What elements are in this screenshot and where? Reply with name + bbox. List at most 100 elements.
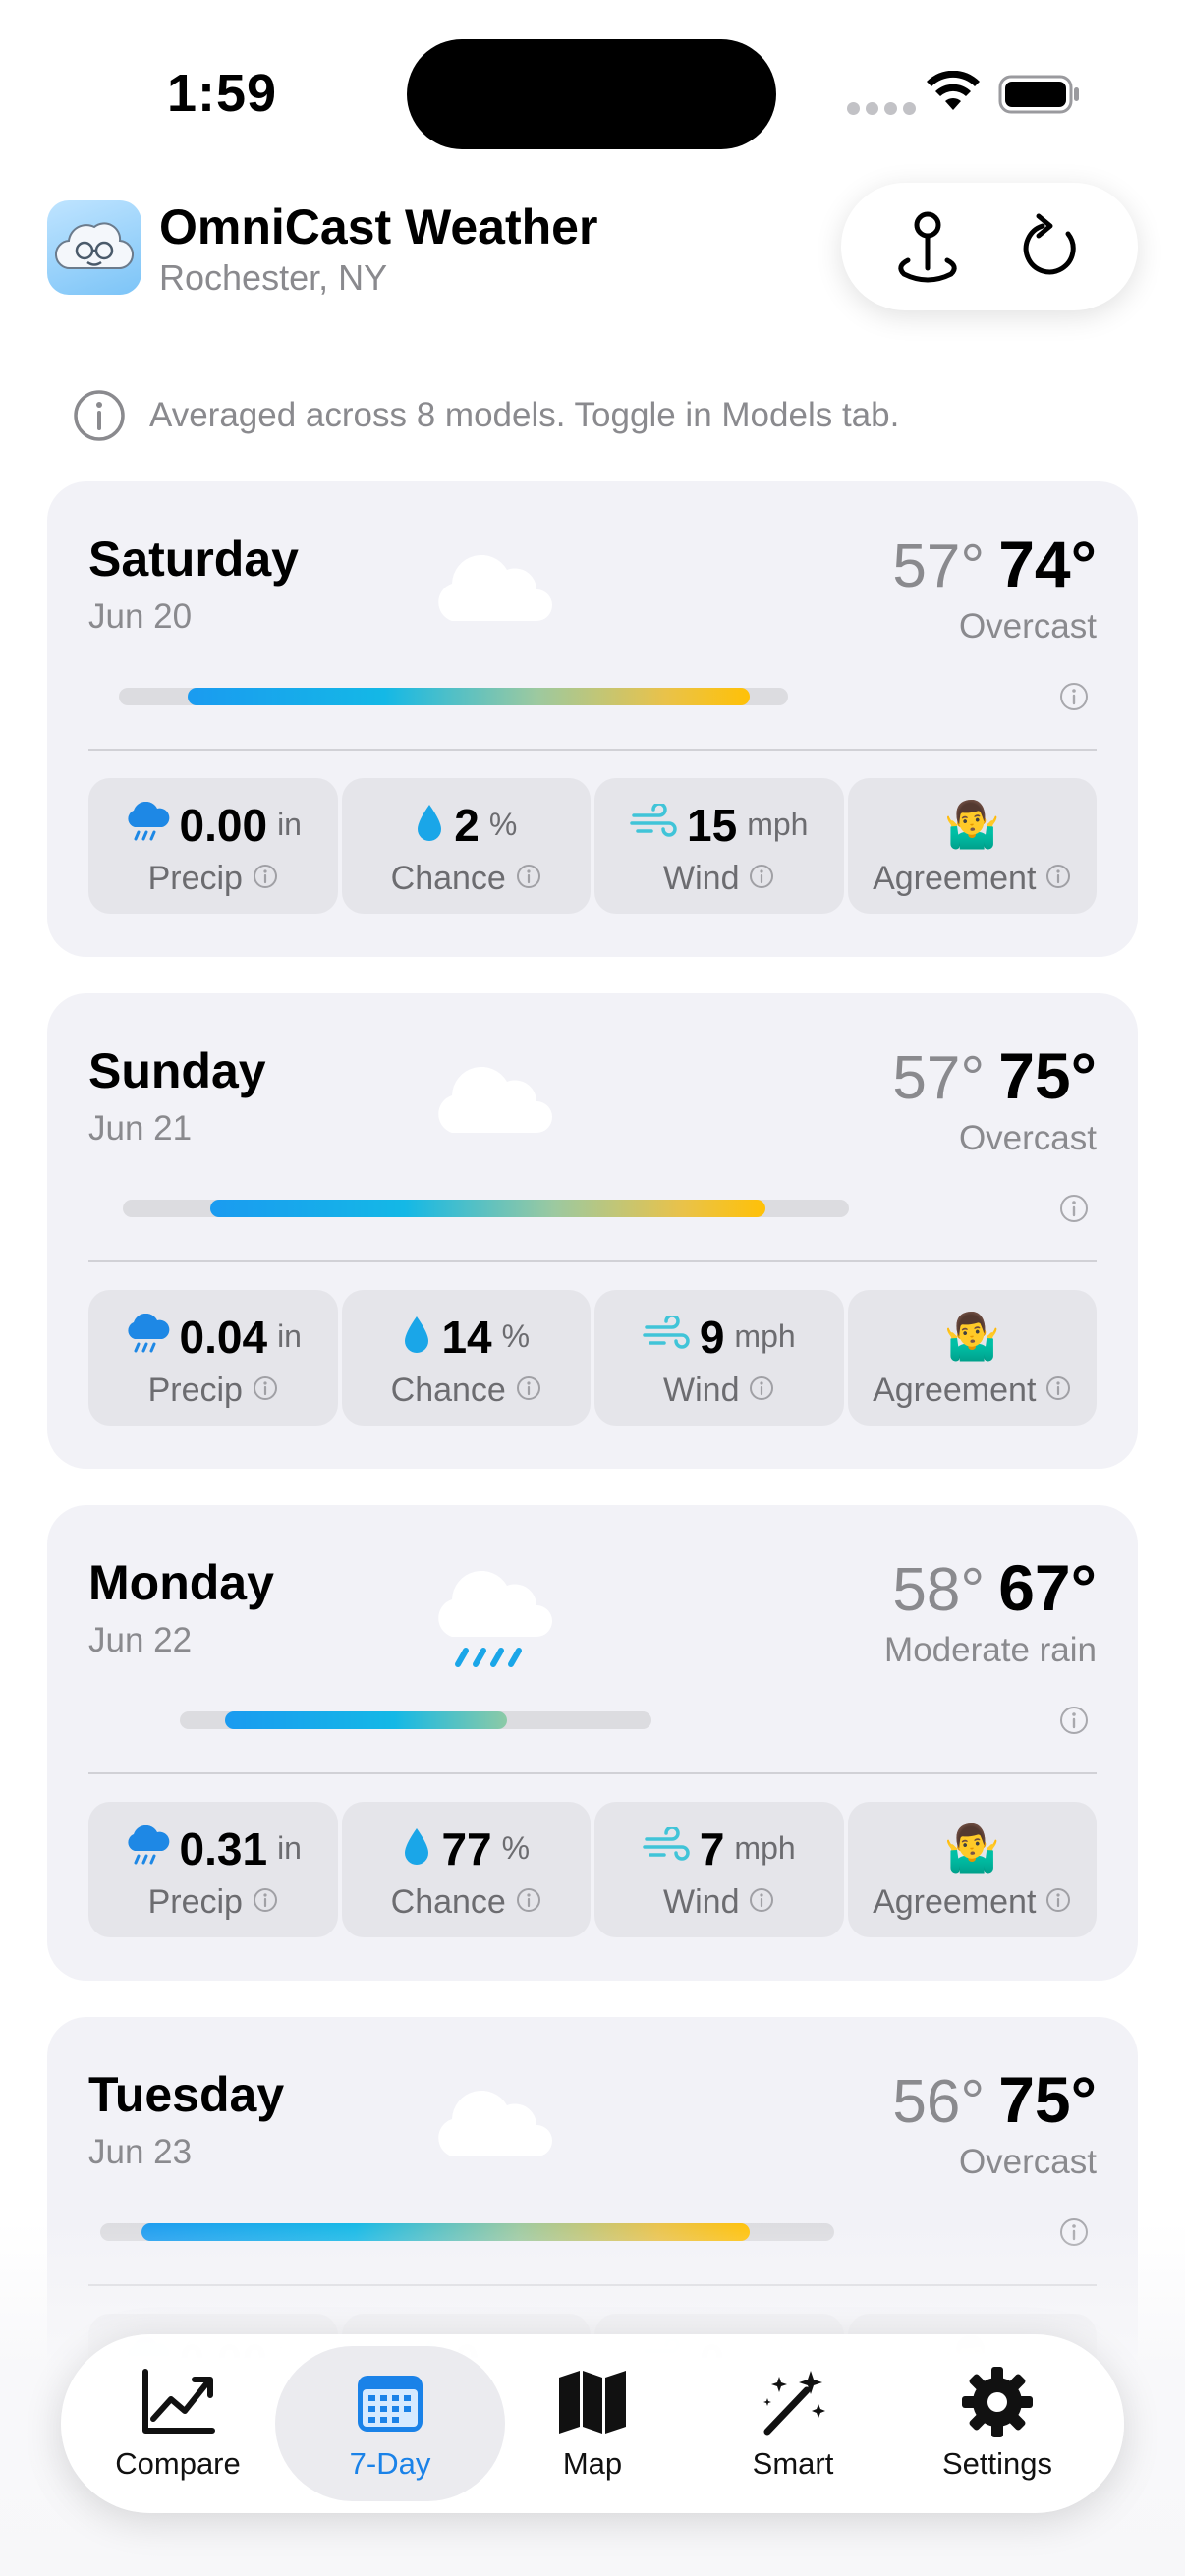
temp-low: 57°	[892, 532, 986, 600]
app-logo	[47, 200, 141, 295]
temp-high: 75°	[998, 2063, 1097, 2136]
tab-compare[interactable]: Compare	[75, 2346, 281, 2501]
tab-map[interactable]: Map	[489, 2346, 696, 2501]
tab-label: Smart	[752, 2446, 834, 2481]
agreement-stat[interactable]: 🤷‍♂️ Agreement	[847, 1802, 1097, 1937]
chance-stat[interactable]: 77 % Chance	[341, 1802, 591, 1937]
battery-icon	[998, 75, 1079, 114]
header-actions	[841, 183, 1138, 310]
chance-value: 14	[441, 1311, 492, 1363]
agreement-label: Agreement	[873, 1882, 1037, 1921]
day-date: Jun 21	[88, 1109, 193, 1148]
chance-label: Chance	[390, 859, 506, 897]
temperature-range: 57° 75°	[892, 1038, 1097, 1113]
wind-icon	[643, 1314, 690, 1358]
tab-settings[interactable]: Settings	[894, 2346, 1100, 2501]
day-card-monday[interactable]: Monday Jun 22 58° 67° Moderate rain 0.31…	[47, 1505, 1138, 1981]
chance-unit: %	[488, 807, 518, 842]
info-icon	[253, 1375, 278, 1406]
stats-row: 0.31 in Precip 77 % Chance	[88, 1802, 1097, 1937]
precip-value: 0.04	[179, 1311, 268, 1363]
precip-stat[interactable]: 0.00 in Precip	[88, 778, 338, 914]
wind-icon	[643, 1825, 690, 1870]
chance-label: Chance	[390, 1882, 506, 1921]
day-date: Jun 20	[88, 597, 193, 636]
droplet-icon	[415, 802, 444, 848]
wind-value: 9	[699, 1311, 725, 1363]
shrug-icon: 🤷‍♂️	[943, 1821, 1000, 1875]
info-icon	[1045, 1375, 1071, 1406]
wind-stat[interactable]: 7 mph Wind	[594, 1802, 844, 1937]
precip-value: 0.31	[179, 1822, 268, 1875]
day-card-saturday[interactable]: Saturday Jun 20 57° 74° Overcast 0.00 in…	[47, 481, 1138, 957]
precip-stat[interactable]: 0.04 in Precip	[88, 1290, 338, 1426]
info-icon	[749, 1375, 774, 1406]
condition-text: Overcast	[958, 1119, 1097, 1157]
droplet-icon	[402, 1825, 431, 1872]
precip-unit: in	[277, 807, 302, 842]
info-icon	[749, 1887, 774, 1918]
temp-range-fill	[209, 1200, 765, 1217]
info-icon	[74, 390, 125, 441]
models-info-text: Averaged across 8 models. Toggle in Mode…	[149, 396, 900, 434]
chance-label: Chance	[390, 1371, 506, 1409]
chance-value: 77	[441, 1822, 492, 1875]
rain-amount-icon	[125, 1824, 170, 1872]
temperature-range: 57° 74°	[892, 527, 1097, 601]
tab-bar: Compare 7-Day Map Smart Settings	[61, 2334, 1124, 2513]
shrug-icon: 🤷‍♂️	[943, 1310, 1000, 1363]
wind-stat[interactable]: 9 mph Wind	[594, 1290, 844, 1426]
wifi-icon	[927, 71, 980, 110]
day-card-sunday[interactable]: Sunday Jun 21 57° 75° Overcast 0.04 in P…	[47, 993, 1138, 1469]
wind-stat[interactable]: 15 mph Wind	[594, 778, 844, 914]
temp-range-bar	[118, 688, 789, 705]
info-icon	[1045, 864, 1071, 894]
agreement-stat[interactable]: 🤷‍♂️ Agreement	[847, 1290, 1097, 1426]
location-label: Rochester, NY	[159, 257, 388, 298]
day-name: Sunday	[88, 1043, 266, 1098]
stats-row: 0.00 in Precip 2 % Chance	[88, 778, 1097, 914]
wind-unit: mph	[747, 807, 809, 842]
tab-smart[interactable]: Smart	[690, 2346, 896, 2501]
temp-high: 74°	[998, 528, 1097, 600]
info-icon	[516, 864, 541, 894]
info-icon	[253, 864, 278, 894]
location-pin-button[interactable]	[883, 202, 972, 291]
stats-row: 0.04 in Precip 14 % Chance	[88, 1290, 1097, 1426]
wind-unit: mph	[734, 1830, 796, 1866]
info-icon	[516, 1375, 541, 1406]
chance-stat[interactable]: 14 % Chance	[341, 1290, 591, 1426]
models-info: Averaged across 8 models. Toggle in Mode…	[73, 389, 899, 442]
precip-stat[interactable]: 0.31 in Precip	[88, 1802, 338, 1937]
range-info-button[interactable]	[1059, 1706, 1089, 1740]
rain-cloud-icon	[430, 1564, 558, 1682]
temp-range-fill	[187, 688, 751, 705]
range-info-button[interactable]	[1059, 1194, 1089, 1228]
refresh-button[interactable]	[1008, 202, 1097, 291]
condition-text: Moderate rain	[884, 1631, 1097, 1669]
range-info-button[interactable]	[1059, 682, 1089, 716]
map-pin-icon	[897, 211, 957, 283]
temp-range-bar	[179, 1711, 651, 1729]
info-icon	[516, 1887, 541, 1918]
temp-high: 67°	[998, 1551, 1097, 1624]
condition-text: Overcast	[958, 2143, 1097, 2181]
temp-high: 75°	[998, 1039, 1097, 1112]
temp-range-bar	[122, 1200, 849, 1217]
agreement-stat[interactable]: 🤷‍♂️ Agreement	[847, 778, 1097, 914]
tab-7-day[interactable]: 7-Day	[275, 2346, 505, 2501]
divider	[88, 1260, 1097, 1262]
cloud-icon	[430, 540, 558, 658]
precip-value: 0.00	[179, 799, 268, 851]
day-date: Jun 22	[88, 1621, 193, 1659]
shrug-icon: 🤷‍♂️	[943, 798, 1000, 851]
day-date: Jun 23	[88, 2133, 193, 2171]
temp-low: 56°	[892, 2068, 986, 2136]
divider	[88, 1772, 1097, 1774]
divider	[88, 749, 1097, 751]
chance-stat[interactable]: 2 % Chance	[341, 778, 591, 914]
agreement-label: Agreement	[873, 859, 1037, 897]
precip-label: Precip	[147, 1882, 243, 1921]
dynamic-island	[407, 39, 776, 149]
precip-label: Precip	[147, 859, 243, 897]
